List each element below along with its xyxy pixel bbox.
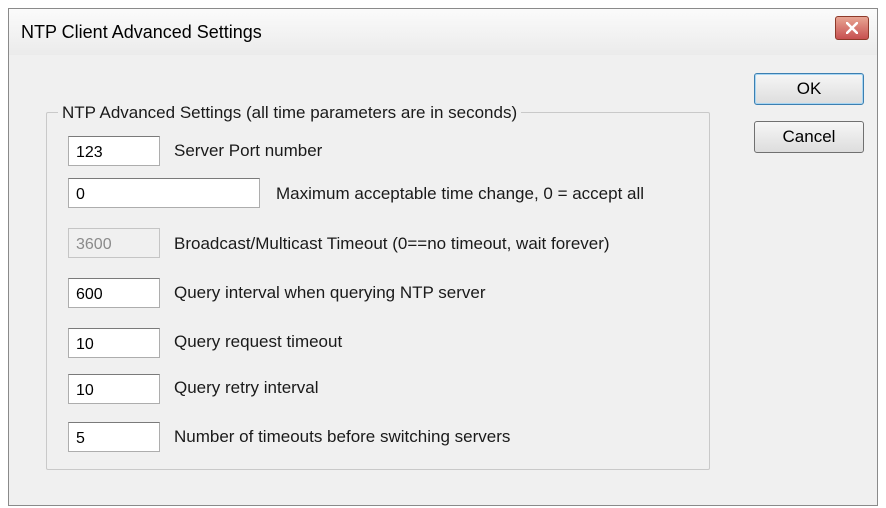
- cancel-button[interactable]: Cancel: [754, 121, 864, 153]
- ok-button[interactable]: OK: [754, 73, 864, 105]
- server-port-field[interactable]: 123: [68, 136, 160, 166]
- broadcast-timeout-field: 3600: [68, 228, 160, 258]
- timeouts-before-switch-label: Number of timeouts before switching serv…: [174, 427, 511, 446]
- query-request-timeout-field[interactable]: 10: [68, 328, 160, 358]
- close-button[interactable]: [835, 16, 869, 40]
- query-request-timeout-label: Query request timeout: [174, 332, 343, 351]
- query-interval-label: Query interval when querying NTP server: [174, 283, 486, 302]
- query-interval-field[interactable]: 600: [68, 278, 160, 308]
- max-time-change-label: Maximum acceptable time change, 0 = acce…: [276, 184, 645, 203]
- close-icon: [846, 22, 858, 34]
- max-time-change-field[interactable]: 0: [68, 178, 260, 208]
- broadcast-timeout-label: Broadcast/Multicast Timeout (0==no timeo…: [174, 234, 610, 253]
- title-bar[interactable]: NTP Client Advanced Settings: [9, 9, 877, 55]
- timeouts-before-switch-field[interactable]: 5: [68, 422, 160, 452]
- server-port-label: Server Port number: [174, 141, 323, 160]
- query-retry-interval-field[interactable]: 10: [68, 374, 160, 404]
- window-title: NTP Client Advanced Settings: [21, 22, 262, 42]
- query-retry-interval-label: Query retry interval: [174, 378, 319, 397]
- group-legend: NTP Advanced Settings (all time paramete…: [58, 103, 522, 123]
